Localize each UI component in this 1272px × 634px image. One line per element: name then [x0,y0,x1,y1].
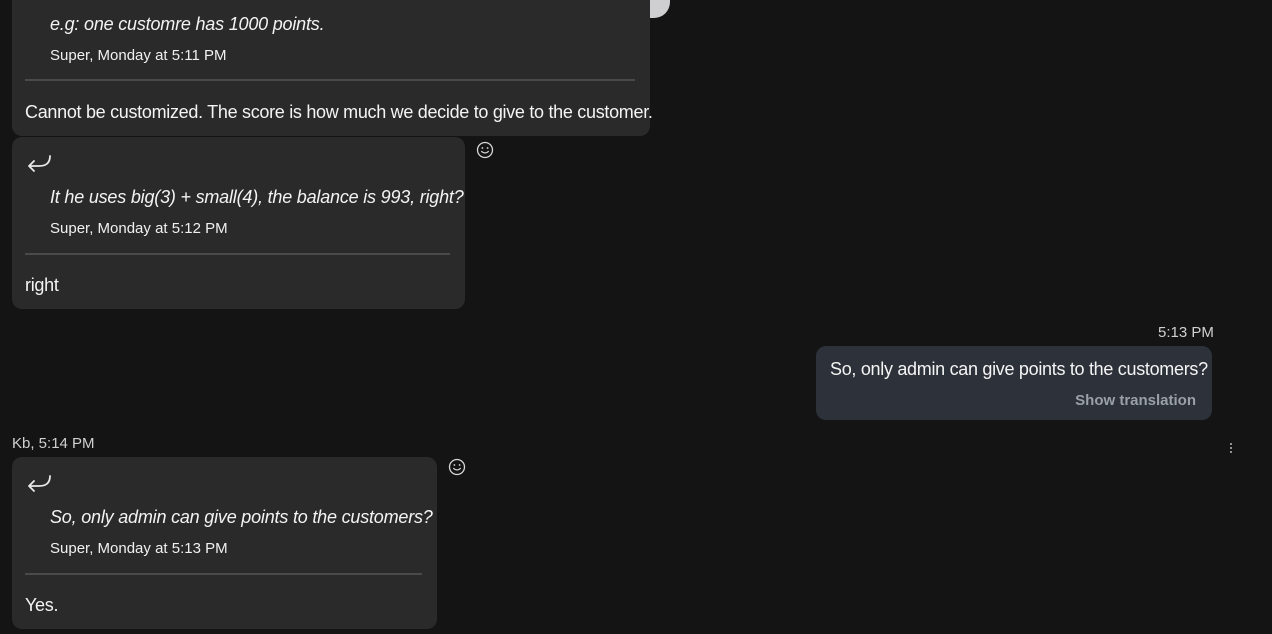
message-text: right [25,275,59,295]
quote-divider [25,573,422,575]
quoted-message-text: It he uses big(3) + small(4), the balanc… [50,187,464,207]
message-timestamp: 5:13 PM [1158,324,1214,341]
message-text: Cannot be customized. The score is how m… [25,102,653,122]
smiley-icon[interactable] [447,457,467,477]
quote-divider [25,253,450,255]
smiley-icon[interactable] [475,140,495,160]
quoted-message-meta: Super, Monday at 5:12 PM [50,220,228,237]
quoted-message-meta: Super, Monday at 5:11 PM [50,47,227,64]
received-message-bubble[interactable]: So, only admin can give points to the cu… [12,457,437,629]
message-text: So, only admin can give points to the cu… [830,359,1208,379]
received-message-bubble[interactable]: e.g: one customre has 1000 points. Super… [12,0,653,136]
quote-divider [25,79,635,81]
quoted-message-text: e.g: one customre has 1000 points. [50,14,325,34]
reply-arrow-icon [28,155,51,172]
more-options-icon[interactable] [1226,441,1236,457]
sent-message-bubble[interactable]: So, only admin can give points to the cu… [816,346,1212,420]
quoted-message-meta: Super, Monday at 5:13 PM [50,540,228,557]
sender-header: Kb, 5:14 PM [12,435,95,452]
show-translation-link[interactable]: Show translation [1075,392,1196,409]
message-text: Yes. [25,595,59,615]
quoted-message-text: So, only admin can give points to the cu… [50,507,433,527]
reply-arrow-icon [28,475,51,492]
received-message-bubble[interactable]: It he uses big(3) + small(4), the balanc… [12,137,465,309]
